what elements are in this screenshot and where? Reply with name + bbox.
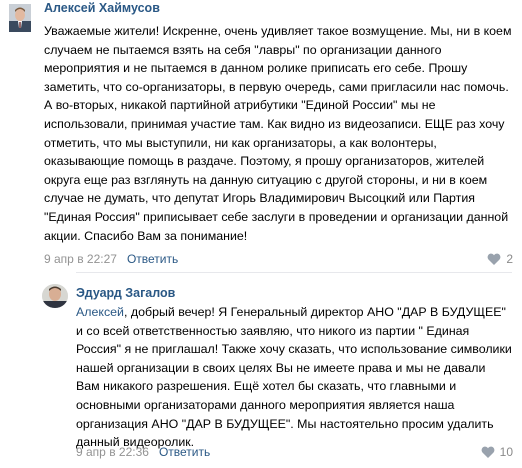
heart-icon	[481, 446, 495, 458]
comment: Алексей Хаймусов Уважаемые жители! Искре…	[0, 0, 522, 272]
comment-text: Алексей, добрый вечер! Я Генеральный дир…	[76, 303, 512, 452]
comment-date[interactable]: 9 апр в 22:36	[76, 445, 149, 459]
reply-to-link[interactable]: Алексей	[76, 305, 124, 319]
heart-icon	[487, 253, 501, 265]
like-button[interactable]: 10	[481, 445, 513, 459]
comment-body: , добрый вечер! Я Генеральный директор А…	[76, 305, 512, 450]
comment-meta: 9 апр в 22:27 Ответить	[44, 252, 178, 266]
divider	[76, 272, 512, 273]
like-count: 10	[499, 445, 513, 459]
avatar[interactable]	[9, 4, 31, 32]
user-photo-icon	[42, 284, 68, 308]
like-button[interactable]: 2	[487, 252, 513, 266]
reply-button[interactable]: Ответить	[127, 252, 178, 266]
comment-reply: Эдуард Загалов Алексей, добрый вечер! Я …	[0, 284, 522, 468]
comment-date[interactable]: 9 апр в 22:27	[44, 252, 117, 266]
comment-author[interactable]: Эдуард Загалов	[76, 286, 175, 300]
like-count: 2	[506, 252, 513, 266]
comment-text: Уважаемые жители! Искренне, очень удивля…	[44, 24, 512, 243]
comment-author[interactable]: Алексей Хаймусов	[44, 1, 160, 15]
user-photo-icon	[9, 4, 31, 32]
reply-button[interactable]: Ответить	[159, 445, 210, 459]
avatar[interactable]	[42, 284, 68, 308]
comment-meta: 9 апр в 22:36 Ответить	[76, 445, 210, 459]
